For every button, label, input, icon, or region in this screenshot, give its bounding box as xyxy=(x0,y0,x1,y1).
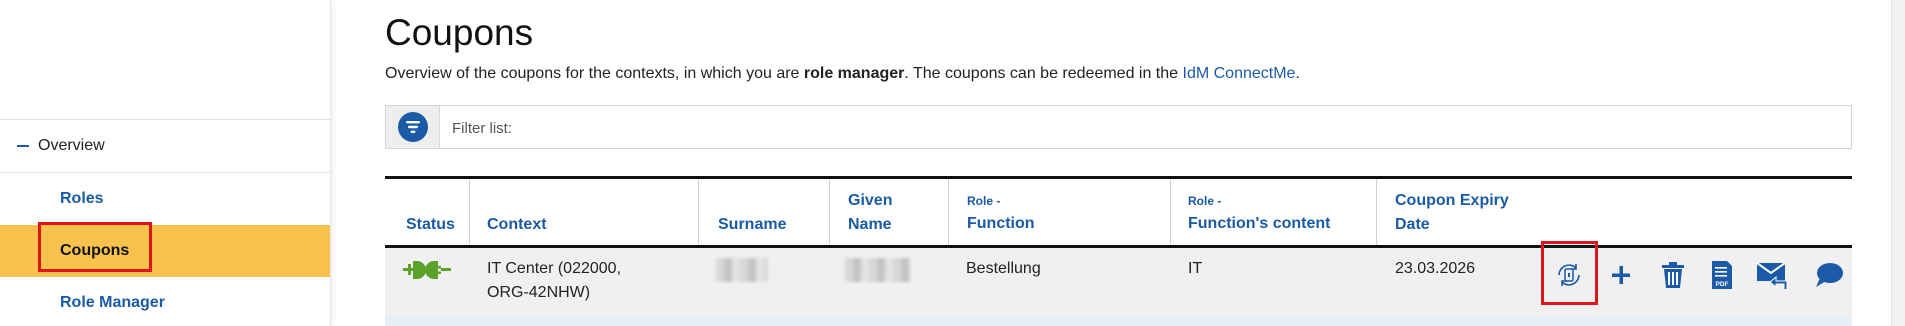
highlight-box xyxy=(1541,241,1598,305)
col-header-role-function[interactable]: Role - Function xyxy=(967,190,1035,236)
header-small: Role - xyxy=(967,194,1001,208)
header-line: Name xyxy=(848,216,892,233)
col-header-given-name[interactable]: Given Name xyxy=(848,189,892,237)
sidebar-item-roles[interactable]: Roles xyxy=(0,173,330,225)
col-header-context[interactable]: Context xyxy=(487,213,547,237)
comment-icon[interactable] xyxy=(1812,258,1846,292)
table-row[interactable] xyxy=(385,316,1852,326)
desc-text: . xyxy=(1295,65,1300,82)
pdf-icon[interactable]: PDF xyxy=(1705,258,1739,292)
cell-context: IT Center (022000, ORG-42NHW) xyxy=(487,257,621,305)
filter-button-wrap xyxy=(386,106,440,148)
table-top-border xyxy=(385,176,1852,179)
sidebar-item-coupons[interactable]: Coupons xyxy=(0,222,330,277)
plug-connected-icon xyxy=(403,258,459,290)
trash-icon[interactable] xyxy=(1656,258,1690,292)
scrollbar[interactable] xyxy=(1891,0,1905,326)
sidebar-item-label: Roles xyxy=(60,190,104,207)
filter-input[interactable] xyxy=(450,115,1834,141)
sidebar-item-label: Overview xyxy=(38,137,105,154)
sidebar: Overview Roles Coupons Role Manager xyxy=(0,0,331,326)
sidebar-item-label: Coupons xyxy=(60,242,130,259)
col-header-surname[interactable]: Surname xyxy=(718,213,786,237)
filter-bar xyxy=(385,105,1852,149)
cell-function-content: IT xyxy=(1188,260,1203,277)
header-line: Function xyxy=(967,215,1035,232)
header-line: Date xyxy=(1395,216,1430,233)
sidebar-item-overview[interactable]: Overview xyxy=(0,120,330,172)
idm-connectme-link[interactable]: IdM ConnectMe xyxy=(1183,65,1296,82)
cell-expiry: 23.03.2026 xyxy=(1395,260,1476,277)
desc-text: Overview of the coupons for the contexts… xyxy=(385,65,804,82)
sidebar-item-role-manager[interactable]: Role Manager xyxy=(0,278,330,326)
cell-line: ORG-42NHW) xyxy=(487,284,591,301)
redacted-given-name xyxy=(845,258,911,282)
cell-line: IT Center (022000, xyxy=(487,260,622,277)
col-header-status[interactable]: Status xyxy=(406,213,455,237)
col-header-expiry[interactable]: Coupon Expiry Date xyxy=(1395,189,1509,237)
desc-text: . The coupons can be redeemed in the xyxy=(904,65,1183,82)
header-line: Function's content xyxy=(1188,215,1331,232)
mail-forward-icon[interactable] xyxy=(1756,258,1790,292)
header-line: Coupon Expiry xyxy=(1395,192,1509,209)
header-small: Role - xyxy=(1188,194,1222,208)
desc-bold: role manager xyxy=(803,65,905,82)
sidebar-item-label: Role Manager xyxy=(60,294,165,311)
cell-function: Bestellung xyxy=(966,260,1041,277)
page-description: Overview of the coupons for the contexts… xyxy=(385,65,1300,83)
add-icon[interactable] xyxy=(1604,258,1638,292)
redacted-surname xyxy=(716,258,768,282)
svg-text:PDF: PDF xyxy=(1716,281,1729,288)
page-title: Coupons xyxy=(385,12,534,53)
col-header-role-function-content[interactable]: Role - Function's content xyxy=(1188,190,1330,236)
header-line: Given xyxy=(848,192,893,209)
filter-icon[interactable] xyxy=(398,112,428,142)
collapse-icon[interactable] xyxy=(17,145,29,147)
